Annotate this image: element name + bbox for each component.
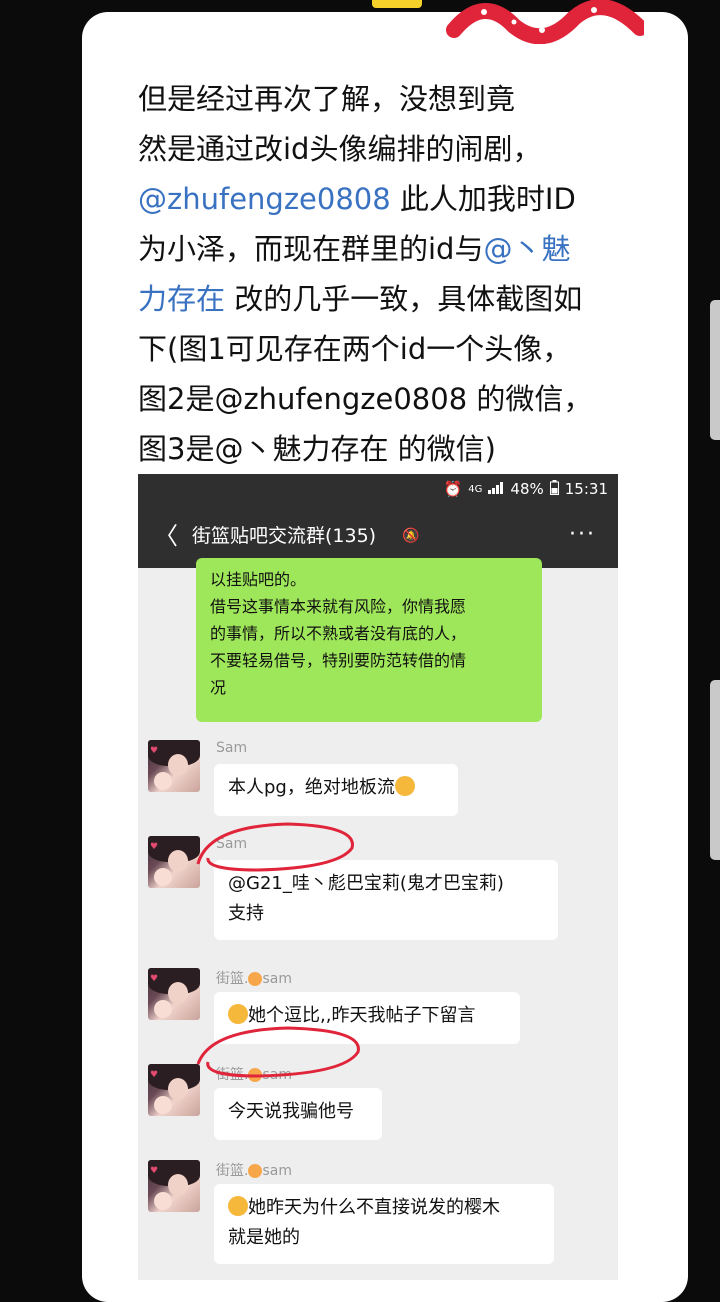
sender-name: 街篮. sam — [216, 1163, 292, 1179]
grin-emoji-icon — [394, 776, 415, 796]
bubble-line: 的事情，所以不熟或者没有底的人， — [210, 624, 467, 643]
kiss-emoji-icon — [248, 1164, 263, 1178]
bubble-line: 不要轻易借号，特别要防范转借的情 — [210, 651, 467, 670]
mention-link[interactable]: @zhufengze0808 — [138, 182, 391, 216]
message-bubble[interactable]: 她昨天为什么不直接说发的樱木就是她的 — [214, 1184, 554, 1264]
post-text: 改的几乎一致，具体截图如 — [225, 282, 583, 316]
post-line: 图3是@丶魅力存在 的微信) — [138, 424, 658, 474]
message-line: 今天说我骗他号 — [228, 1101, 354, 1122]
post-text: 图3是@丶魅力存在 的微信) — [138, 432, 496, 466]
message-bubble[interactable]: 她个逗比,,昨天我帖子下留言 — [214, 992, 520, 1044]
post-text: 然是通过改id头像编排的闹剧， — [138, 132, 542, 166]
message-line: @G21_哇丶彪巴宝莉(鬼才巴宝莉) — [228, 873, 504, 894]
post-text: 但是经过再次了解，没想到竟 — [138, 82, 516, 116]
sender-name: 街篮. sam — [216, 1067, 292, 1083]
wechat-screenshot: ⏰ 4G 48% 15:31 〈 街篮贴吧交流群(135) 🔕 ··· 以挂贴吧… — [138, 474, 618, 1280]
thinking-emoji-icon — [228, 1196, 248, 1216]
post-line: 力存在 改的几乎一致，具体截图如 — [138, 274, 658, 324]
bubble-line: 以挂贴吧的。 — [210, 570, 307, 589]
message-bubble[interactable]: @G21_哇丶彪巴宝莉(鬼才巴宝莉) 支持 — [214, 860, 558, 940]
post-line: 图2是@zhufengze0808 的微信， — [138, 374, 658, 424]
post-line: 为小泽，而现在群里的id与@丶魅 — [138, 224, 658, 274]
message-line: 她个逗比,,昨天我帖子下留言 — [228, 1001, 506, 1031]
kiss-emoji-icon — [248, 1068, 263, 1082]
battery-percent: 48% — [510, 480, 544, 498]
chat-title: 街篮贴吧交流群(135) — [192, 525, 377, 547]
post-line: 然是通过改id头像编排的闹剧， — [138, 124, 658, 174]
signal-icon — [488, 480, 504, 498]
clock: 15:31 — [564, 480, 608, 498]
message-line: 支持 — [228, 903, 264, 924]
back-button[interactable]: 〈 — [154, 524, 178, 548]
post-text: 为小泽，而现在群里的id与 — [138, 232, 484, 266]
avatar[interactable]: ♥ — [148, 1160, 200, 1212]
message-bubble[interactable]: 本人pg，绝对地板流 — [214, 764, 458, 816]
chat-message: ♥ Sam @G21_哇丶彪巴宝莉(鬼才巴宝莉) 支持 — [138, 832, 618, 942]
post-line: 下(图1可见存在两个id一个头像， — [138, 324, 658, 374]
top-tag — [372, 0, 422, 8]
side-button-lower — [710, 680, 720, 860]
chat-message: ♥ 街篮. sam 今天说我骗他号 — [138, 1060, 618, 1142]
message-bubble[interactable]: 今天说我骗他号 — [214, 1088, 382, 1140]
side-button-upper — [710, 300, 720, 440]
avatar[interactable]: ♥ — [148, 1064, 200, 1116]
message-line: 她昨天为什么不直接说发的樱木 — [228, 1193, 540, 1223]
chat-message: ♥ 街篮. sam 她个逗比,,昨天我帖子下留言 — [138, 964, 618, 1046]
mention-link[interactable]: @丶魅 — [483, 232, 570, 266]
bubble-line: 况 — [210, 678, 227, 697]
kiss-emoji-icon — [248, 972, 263, 986]
decoration-ribbon — [446, 0, 644, 44]
bubble-line: 借号这事情本来就有风险，你情我愿 — [210, 597, 467, 616]
post-line: 但是经过再次了解，没想到竟 — [138, 74, 658, 124]
post-text: 下(图1可见存在两个id一个头像， — [138, 332, 572, 366]
mention-link[interactable]: 力存在 — [138, 282, 225, 316]
sender-name: Sam — [216, 836, 248, 852]
avatar[interactable]: ♥ — [148, 740, 200, 792]
avatar[interactable]: ♥ — [148, 968, 200, 1020]
message-line: 本人pg，绝对地板流 — [228, 773, 444, 803]
post-body: 但是经过再次了解，没想到竟 然是通过改id头像编排的闹剧， @zhufengze08… — [138, 74, 658, 474]
sender-name: Sam — [216, 740, 248, 756]
chat-message: ♥ 街篮. sam 她昨天为什么不直接说发的樱木就是她的 — [138, 1156, 618, 1266]
post-text: 图2是@zhufengze0808 的微信， — [138, 382, 593, 416]
message-line: 就是她的 — [228, 1227, 300, 1248]
battery-icon — [549, 479, 559, 499]
chat-message: ♥ Sam 本人pg，绝对地板流 — [138, 736, 618, 818]
avatar[interactable]: ♥ — [148, 836, 200, 888]
network-label: 4G — [468, 483, 483, 495]
post-text: 此人加我时ID — [390, 182, 576, 216]
alarm-icon: ⏰ — [443, 480, 463, 498]
more-button[interactable]: ··· — [569, 522, 596, 547]
post-line: @zhufengze0808 此人加我时ID — [138, 174, 658, 224]
smirk-emoji-icon — [228, 1004, 248, 1024]
status-bar: ⏰ 4G 48% 15:31 — [138, 474, 618, 504]
bell-muted-icon: 🔕 — [402, 528, 420, 544]
sender-name: 街篮. sam — [216, 971, 292, 987]
my-message-bubble[interactable]: 以挂贴吧的。借号这事情本来就有风险，你情我愿 的事情，所以不熟或者没有底的人， 不要… — [196, 558, 542, 722]
